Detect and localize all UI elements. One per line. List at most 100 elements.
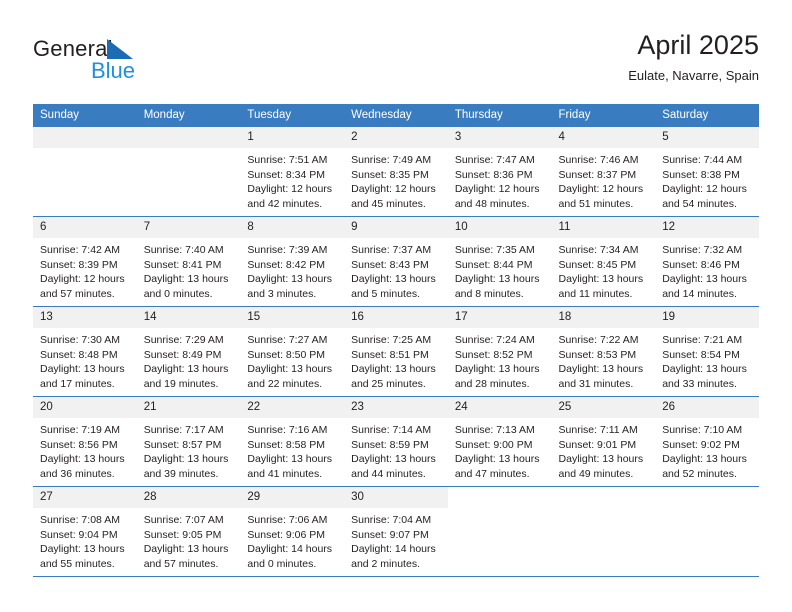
sunset-text: Sunset: 9:05 PM <box>143 528 222 541</box>
day-cell-1[interactable]: 1 Sunrise: 7:51 AM Sunset: 8:34 PM Daylight… <box>240 127 345 216</box>
day-number: 27 <box>33 487 137 508</box>
day-details: Sunrise: 7:51 AM Sunset: 8:34 PM Daylight:… <box>240 148 344 211</box>
day-cell-12[interactable]: 12 Sunrise: 7:32 AM Sunset: 8:46 PM Dayligh… <box>655 217 759 306</box>
day-cell-15[interactable]: 15 Sunrise: 7:27 AM Sunset: 8:50 PM Dayligh… <box>240 307 345 396</box>
day-cell-27[interactable]: 27 Sunrise: 7:08 AM Sunset: 9:04 PM Dayligh… <box>33 487 137 576</box>
day-cell-11[interactable]: 11 Sunrise: 7:34 AM Sunset: 8:45 PM Dayligh… <box>551 217 656 306</box>
sunrise-text: Sunrise: 7:08 AM <box>40 514 120 526</box>
calendar-day-cell: 13 Sunrise: 7:30 AM Sunset: 8:48 PM Dayligh… <box>33 306 137 397</box>
sunset-text: Sunset: 8:44 PM <box>454 258 533 271</box>
day-cell-8[interactable]: 8 Sunrise: 7:39 AM Sunset: 8:42 PM Daylight… <box>240 217 345 306</box>
daylight-text: Daylight: 13 hours <box>454 363 540 376</box>
daylight-text: Daylight: 13 hours <box>558 273 644 286</box>
daylight-text-cont: and 54 minutes. <box>662 197 737 210</box>
day-number: 2 <box>344 127 448 148</box>
sunset-text: Sunset: 9:01 PM <box>558 438 637 451</box>
day-details: Sunrise: 7:22 AM Sunset: 8:53 PM Daylight:… <box>552 328 656 391</box>
sunset-text: Sunset: 9:00 PM <box>454 438 533 451</box>
calendar-day-cell: 24 Sunrise: 7:13 AM Sunset: 9:00 PM Dayligh… <box>447 396 552 487</box>
daylight-text: Daylight: 12 hours <box>558 183 644 196</box>
sunset-text: Sunset: 8:36 PM <box>454 168 533 181</box>
sunset-text: Sunset: 9:04 PM <box>40 528 118 541</box>
day-cell-14[interactable]: 14 Sunrise: 7:29 AM Sunset: 8:49 PM Dayligh… <box>136 307 241 396</box>
day-cell-18[interactable]: 18 Sunrise: 7:22 AM Sunset: 8:53 PM Dayligh… <box>551 307 656 396</box>
day-cell-13[interactable]: 13 Sunrise: 7:30 AM Sunset: 8:48 PM Dayligh… <box>33 307 137 396</box>
sunrise-text: Sunrise: 7:16 AM <box>247 424 328 436</box>
day-cell-9[interactable]: 9 Sunrise: 7:37 AM Sunset: 8:43 PM Daylight… <box>344 217 448 306</box>
calendar-day-cell: 2 Sunrise: 7:49 AM Sunset: 8:35 PM Daylight… <box>344 127 448 217</box>
day-cell-16[interactable]: 16 Sunrise: 7:25 AM Sunset: 8:51 PM Dayligh… <box>344 307 448 396</box>
daylight-text: Daylight: 13 hours <box>558 453 644 466</box>
day-details: Sunrise: 7:11 AM Sunset: 9:01 PM Daylight:… <box>552 418 656 481</box>
daylight-text: Daylight: 12 hours <box>40 273 125 286</box>
sunrise-text: Sunrise: 7:44 AM <box>662 154 743 166</box>
day-details: Sunrise: 7:42 AM Sunset: 8:39 PM Daylight:… <box>33 238 137 301</box>
daylight-text-cont: and 51 minutes. <box>558 197 634 210</box>
day-cell-10[interactable]: 10 Sunrise: 7:35 AM Sunset: 8:44 PM Dayligh… <box>447 217 552 306</box>
day-cell-3[interactable]: 3 Sunrise: 7:47 AM Sunset: 8:36 PM Daylight… <box>447 127 552 216</box>
day-cell-30[interactable]: 30 Sunrise: 7:04 AM Sunset: 9:07 PM Dayligh… <box>344 487 448 576</box>
day-details: Sunrise: 7:37 AM Sunset: 8:43 PM Daylight:… <box>344 238 448 301</box>
sunrise-text: Sunrise: 7:27 AM <box>247 334 328 346</box>
day-cell-empty <box>551 487 656 576</box>
calendar-day-cell: 26 Sunrise: 7:10 AM Sunset: 9:02 PM Dayligh… <box>655 396 759 487</box>
day-details: Sunrise: 7:10 AM Sunset: 9:02 PM Daylight:… <box>655 418 759 481</box>
day-cell-25[interactable]: 25 Sunrise: 7:11 AM Sunset: 9:01 PM Dayligh… <box>551 397 656 486</box>
calendar-day-cell: 27 Sunrise: 7:08 AM Sunset: 9:04 PM Dayligh… <box>33 486 137 577</box>
day-cell-28[interactable]: 28 Sunrise: 7:07 AM Sunset: 9:05 PM Dayligh… <box>136 487 241 576</box>
day-cell-20[interactable]: 20 Sunrise: 7:19 AM Sunset: 8:56 PM Dayligh… <box>33 397 137 486</box>
logo-text-blue: Blue <box>91 58 136 83</box>
day-number: 5 <box>655 127 759 148</box>
calendar-day-cell: 1 Sunrise: 7:51 AM Sunset: 8:34 PM Daylight… <box>240 127 345 217</box>
sunrise-text: Sunrise: 7:10 AM <box>662 424 743 436</box>
calendar-day-cell: 17 Sunrise: 7:24 AM Sunset: 8:52 PM Dayligh… <box>447 306 552 397</box>
day-cell-17[interactable]: 17 Sunrise: 7:24 AM Sunset: 8:52 PM Dayligh… <box>447 307 552 396</box>
daylight-text-cont: and 48 minutes. <box>454 197 530 210</box>
day-details: Sunrise: 7:30 AM Sunset: 8:48 PM Daylight:… <box>33 328 137 391</box>
day-cell-7[interactable]: 7 Sunrise: 7:40 AM Sunset: 8:41 PM Daylight… <box>136 217 241 306</box>
calendar-day-cell <box>33 127 137 217</box>
daylight-text-cont: and 17 minutes. <box>40 377 115 390</box>
day-cell-4[interactable]: 4 Sunrise: 7:46 AM Sunset: 8:37 PM Daylight… <box>551 127 656 216</box>
daylight-text-cont: and 39 minutes. <box>143 467 219 480</box>
calendar-day-cell: 15 Sunrise: 7:27 AM Sunset: 8:50 PM Dayligh… <box>240 306 345 397</box>
day-cell-21[interactable]: 21 Sunrise: 7:17 AM Sunset: 8:57 PM Dayligh… <box>136 397 241 486</box>
sunrise-text: Sunrise: 7:32 AM <box>662 244 743 256</box>
calendar-day-cell: 5 Sunrise: 7:44 AM Sunset: 8:38 PM Daylight… <box>655 127 759 217</box>
day-cell-2[interactable]: 2 Sunrise: 7:49 AM Sunset: 8:35 PM Daylight… <box>344 127 448 216</box>
sunset-text: Sunset: 8:39 PM <box>40 258 118 271</box>
day-cell-29[interactable]: 29 Sunrise: 7:06 AM Sunset: 9:06 PM Dayligh… <box>240 487 345 576</box>
weekday-header-friday: Friday <box>551 104 656 127</box>
day-cell-19[interactable]: 19 Sunrise: 7:21 AM Sunset: 8:54 PM Dayligh… <box>655 307 759 396</box>
sunset-text: Sunset: 8:57 PM <box>143 438 222 451</box>
daylight-text-cont: and 55 minutes. <box>40 557 115 570</box>
daylight-text: Daylight: 13 hours <box>662 363 747 376</box>
day-cell-24[interactable]: 24 Sunrise: 7:13 AM Sunset: 9:00 PM Dayligh… <box>447 397 552 486</box>
day-details: Sunrise: 7:49 AM Sunset: 8:35 PM Daylight:… <box>344 148 448 211</box>
daylight-text: Daylight: 12 hours <box>454 183 540 196</box>
sunset-text: Sunset: 8:41 PM <box>143 258 222 271</box>
sunset-text: Sunset: 8:37 PM <box>558 168 637 181</box>
sunrise-text: Sunrise: 7:30 AM <box>40 334 120 346</box>
sunset-text: Sunset: 8:49 PM <box>143 348 222 361</box>
day-cell-23[interactable]: 23 Sunrise: 7:14 AM Sunset: 8:59 PM Dayligh… <box>344 397 448 486</box>
day-cell-22[interactable]: 22 Sunrise: 7:16 AM Sunset: 8:58 PM Dayligh… <box>240 397 345 486</box>
calendar-day-cell: 16 Sunrise: 7:25 AM Sunset: 8:51 PM Dayligh… <box>344 306 448 397</box>
sunrise-text: Sunrise: 7:25 AM <box>351 334 432 346</box>
day-cell-empty <box>447 487 552 576</box>
daylight-text-cont: and 36 minutes. <box>40 467 115 480</box>
daylight-text-cont: and 44 minutes. <box>351 467 426 480</box>
day-cell-26[interactable]: 26 Sunrise: 7:10 AM Sunset: 9:02 PM Dayligh… <box>655 397 759 486</box>
calendar-day-cell: 9 Sunrise: 7:37 AM Sunset: 8:43 PM Daylight… <box>344 216 448 307</box>
day-cell-5[interactable]: 5 Sunrise: 7:44 AM Sunset: 8:38 PM Daylight… <box>655 127 759 216</box>
day-number: 11 <box>551 217 656 238</box>
calendar-day-cell: 30 Sunrise: 7:04 AM Sunset: 9:07 PM Dayligh… <box>344 486 448 577</box>
general-blue-logo[interactable]: General Blue <box>33 36 233 88</box>
day-number: 23 <box>344 397 448 418</box>
daylight-text-cont: and 47 minutes. <box>454 467 530 480</box>
calendar-page: General Blue April 2025 Eulate, Navarre,… <box>0 0 792 612</box>
day-number: 14 <box>136 307 241 328</box>
weekday-header-wednesday: Wednesday <box>344 104 448 127</box>
daylight-text-cont: and 42 minutes. <box>247 197 323 210</box>
day-cell-6[interactable]: 6 Sunrise: 7:42 AM Sunset: 8:39 PM Daylight… <box>33 217 137 306</box>
